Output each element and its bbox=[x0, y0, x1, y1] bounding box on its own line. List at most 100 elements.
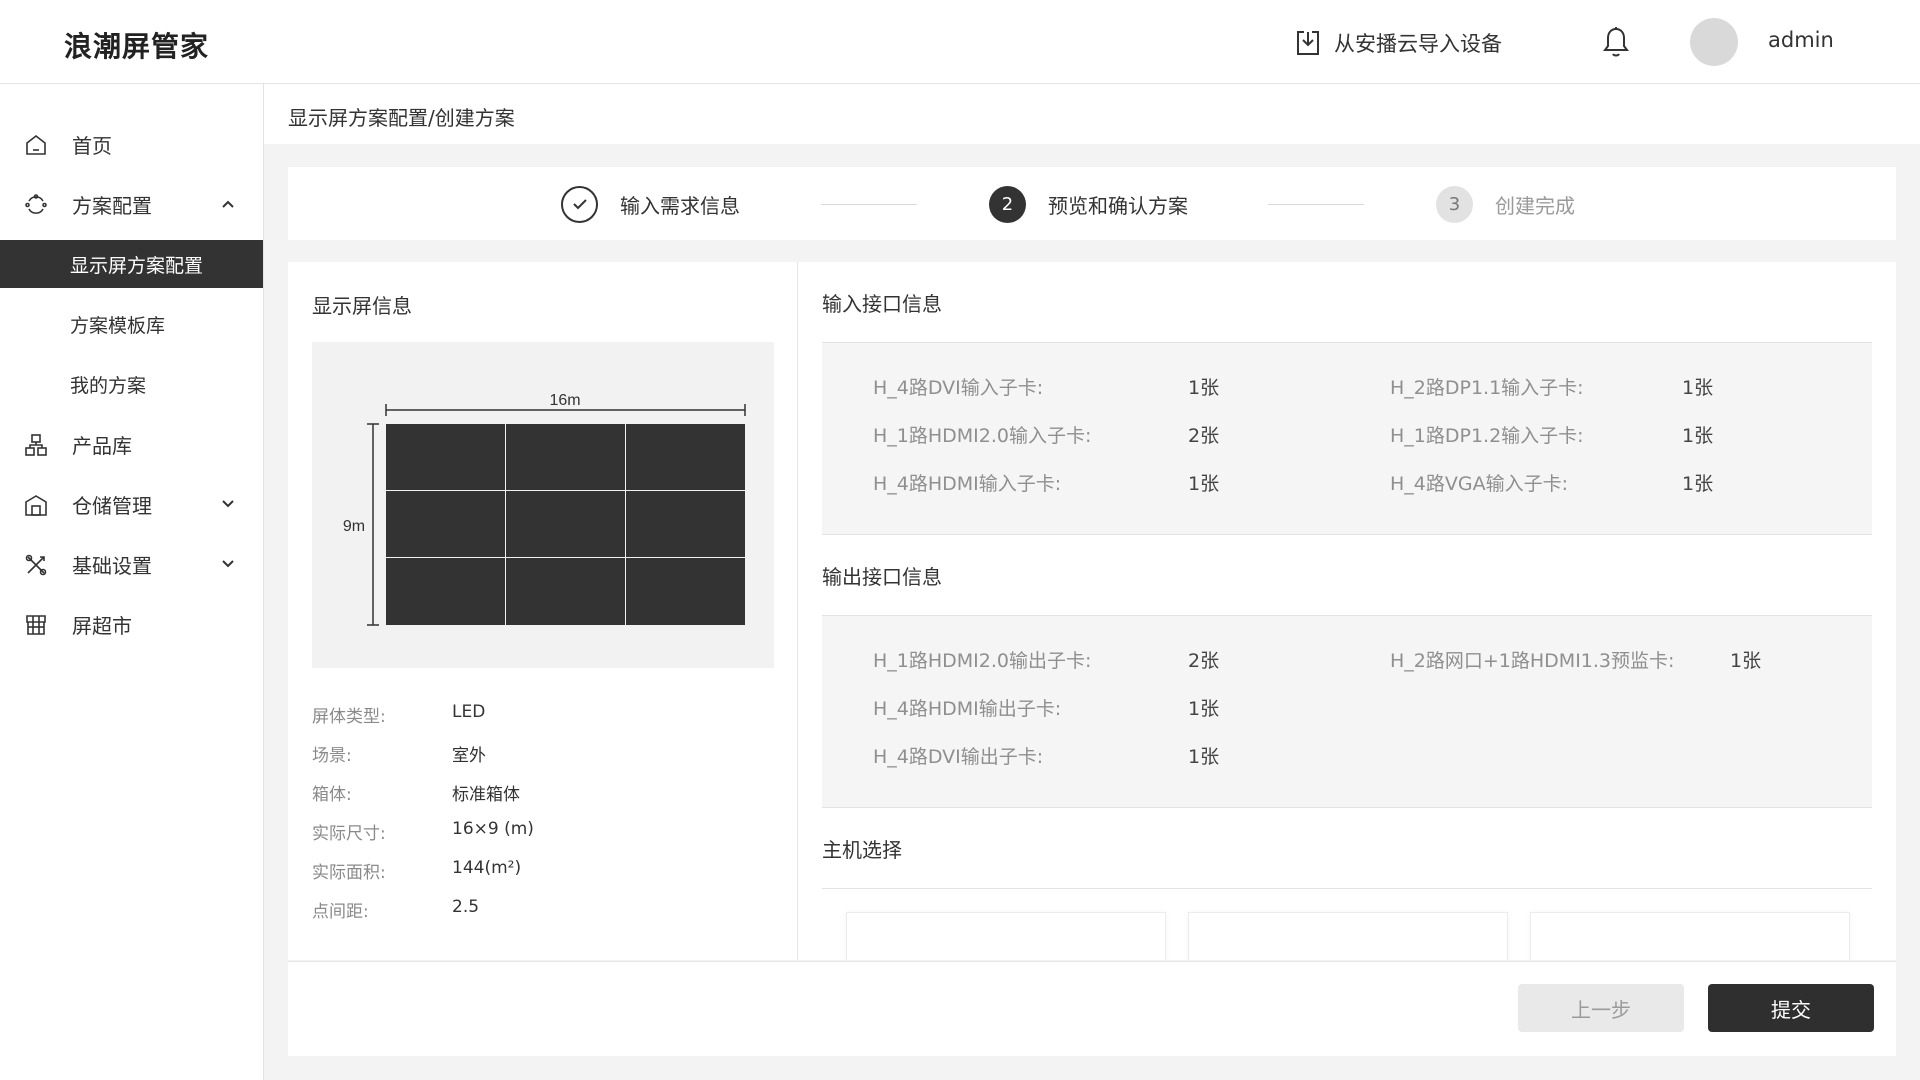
product-icon bbox=[25, 434, 47, 456]
output-item: H_1路HDMI2.0输出子卡: 2张 bbox=[873, 646, 1219, 673]
chevron-down-icon bbox=[222, 560, 234, 568]
host-option-card[interactable] bbox=[846, 912, 1166, 960]
input-item-key: H_4路DVI输入子卡: bbox=[873, 377, 1044, 399]
step-label: 预览和确认方案 bbox=[1048, 193, 1188, 218]
input-item: H_2路DP1.1输入子卡: 1张 bbox=[1390, 373, 1713, 400]
warehouse-icon bbox=[25, 495, 47, 516]
output-interface-box: H_1路HDMI2.0输出子卡: 2张 H_4路HDMI输出子卡: 1张 H_4… bbox=[822, 616, 1872, 808]
input-item-value: 1张 bbox=[1188, 473, 1220, 495]
sidebar: 首页 方案配置 显示屏方案配置 方案模板库 我的方案 产品库 仓储管理 基础设置… bbox=[0, 84, 264, 1080]
info-key: 场景: bbox=[312, 746, 352, 766]
output-item: H_4路HDMI输出子卡: 1张 bbox=[873, 694, 1219, 721]
info-value: 标准箱体 bbox=[452, 785, 520, 805]
input-item: H_4路VGA输入子卡: 1张 bbox=[1390, 469, 1713, 496]
info-key: 实际尺寸: bbox=[312, 824, 386, 844]
input-item-value: 1张 bbox=[1188, 377, 1220, 399]
input-item: H_1路HDMI2.0输入子卡: 2张 bbox=[873, 421, 1219, 448]
screen-panel bbox=[386, 558, 505, 625]
screen-panel bbox=[506, 424, 625, 490]
screen-info-panel: 显示屏信息 16m 9m 屏体类型: LED 场景: 室外 箱体: 标准箱体 实… bbox=[288, 262, 798, 960]
sidebar-item-home[interactable]: 首页 bbox=[0, 120, 263, 168]
info-key: 屏体类型: bbox=[312, 707, 386, 727]
output-item-key: H_4路HDMI输出子卡: bbox=[873, 698, 1062, 720]
steps-progress: 输入需求信息 2 预览和确认方案 3 创建完成 bbox=[288, 167, 1896, 240]
home-icon bbox=[26, 134, 46, 155]
output-item-key: H_2路网口+1路HDMI1.3预监卡: bbox=[1390, 650, 1675, 672]
sidebar-item-scheme-config[interactable]: 方案配置 bbox=[0, 180, 263, 228]
chevron-down-icon bbox=[222, 500, 234, 508]
sidebar-item-template-library[interactable]: 方案模板库 bbox=[0, 300, 263, 348]
info-row-scene: 场景: 室外 bbox=[312, 741, 486, 766]
host-selection-title: 主机选择 bbox=[822, 838, 902, 862]
sidebar-item-screen-market[interactable]: 屏超市 bbox=[0, 600, 263, 648]
section-divider bbox=[822, 888, 1872, 889]
sidebar-item-warehouse[interactable]: 仓储管理 bbox=[0, 480, 263, 528]
input-item-value: 1张 bbox=[1682, 425, 1714, 447]
input-interface-box: H_4路DVI输入子卡: 1张 H_1路HDMI2.0输入子卡: 2张 H_4路… bbox=[822, 343, 1872, 535]
interface-panel: 输入接口信息 H_4路DVI输入子卡: 1张 H_1路HDMI2.0输入子卡: … bbox=[798, 262, 1896, 960]
info-row-cabinet: 箱体: 标准箱体 bbox=[312, 780, 520, 805]
sidebar-item-label: 屏超市 bbox=[72, 613, 132, 638]
info-key: 实际面积: bbox=[312, 863, 386, 883]
import-device-button[interactable]: 从安播云导入设备 bbox=[1294, 26, 1502, 60]
sidebar-item-screen-scheme-config[interactable]: 显示屏方案配置 bbox=[0, 240, 263, 288]
step-label: 输入需求信息 bbox=[620, 193, 740, 218]
info-row-pixel-pitch: 点间距: 2.5 bbox=[312, 897, 479, 922]
step-input-requirements: 输入需求信息 bbox=[561, 185, 740, 223]
username[interactable]: admin bbox=[1768, 28, 1834, 52]
host-option-card[interactable] bbox=[1188, 912, 1508, 960]
step-connector bbox=[1268, 204, 1364, 205]
output-interface-title: 输出接口信息 bbox=[822, 565, 942, 589]
input-item-key: H_4路HDMI输入子卡: bbox=[873, 473, 1062, 495]
input-item: H_4路DVI输入子卡: 1张 bbox=[873, 373, 1219, 400]
output-item: H_2路网口+1路HDMI1.3预监卡: 1张 bbox=[1390, 646, 1761, 673]
info-row-actual-area: 实际面积: 144(m²) bbox=[312, 858, 522, 883]
input-item-key: H_1路HDMI2.0输入子卡: bbox=[873, 425, 1092, 447]
output-item-value: 1张 bbox=[1730, 650, 1762, 672]
screen-diagram: 16m 9m bbox=[312, 342, 774, 668]
sidebar-item-label: 显示屏方案配置 bbox=[70, 254, 204, 277]
info-value: LED bbox=[452, 702, 486, 722]
width-label: 16m bbox=[549, 392, 580, 409]
sidebar-item-my-schemes[interactable]: 我的方案 bbox=[0, 360, 263, 408]
input-item-value: 1张 bbox=[1682, 377, 1714, 399]
host-option-card[interactable] bbox=[1530, 912, 1850, 960]
submit-button[interactable]: 提交 bbox=[1708, 984, 1874, 1032]
breadcrumb: 显示屏方案配置/创建方案 bbox=[288, 106, 515, 130]
screen-panel bbox=[506, 491, 625, 557]
output-item: H_4路DVI输出子卡: 1张 bbox=[873, 742, 1219, 769]
sidebar-item-label: 仓储管理 bbox=[72, 493, 152, 518]
sidebar-item-label: 方案模板库 bbox=[70, 314, 166, 337]
info-row-actual-size: 实际尺寸: 16×9 (m) bbox=[312, 819, 534, 844]
step-create-complete: 3 创建完成 bbox=[1436, 185, 1575, 223]
user-avatar[interactable] bbox=[1690, 18, 1738, 66]
screen-panel bbox=[626, 491, 745, 557]
input-item-value: 1张 bbox=[1682, 473, 1714, 495]
sidebar-item-product-library[interactable]: 产品库 bbox=[0, 420, 263, 468]
screen-panel bbox=[386, 424, 505, 490]
action-footer: 上一步 提交 bbox=[288, 961, 1896, 1056]
step-preview-confirm: 2 预览和确认方案 bbox=[989, 185, 1188, 223]
info-row-screen-type: 屏体类型: LED bbox=[312, 702, 486, 727]
info-value: 室外 bbox=[452, 746, 486, 766]
info-key: 点间距: bbox=[312, 902, 369, 922]
screen-panel-grid bbox=[386, 424, 745, 625]
tools-icon bbox=[25, 554, 47, 576]
output-item-key: H_4路DVI输出子卡: bbox=[873, 746, 1044, 768]
sidebar-item-label: 首页 bbox=[72, 133, 112, 158]
app-logo: 浪潮屏管家 bbox=[64, 30, 210, 63]
info-value: 144(m²) bbox=[452, 858, 522, 878]
screen-panel bbox=[506, 558, 625, 625]
sidebar-item-basic-settings[interactable]: 基础设置 bbox=[0, 540, 263, 588]
screen-info-title: 显示屏信息 bbox=[312, 294, 412, 318]
notification-bell-icon[interactable] bbox=[1600, 25, 1632, 59]
output-item-value: 1张 bbox=[1188, 746, 1220, 768]
top-header: 浪潮屏管家 从安播云导入设备 admin bbox=[0, 0, 1920, 84]
screen-panel bbox=[386, 491, 505, 557]
output-item-key: H_1路HDMI2.0输出子卡: bbox=[873, 650, 1092, 672]
sidebar-item-label: 我的方案 bbox=[70, 374, 147, 397]
step-connector bbox=[821, 204, 917, 205]
info-value: 16×9 (m) bbox=[452, 819, 534, 839]
sidebar-item-label: 方案配置 bbox=[72, 193, 152, 218]
previous-step-button[interactable]: 上一步 bbox=[1518, 984, 1684, 1032]
